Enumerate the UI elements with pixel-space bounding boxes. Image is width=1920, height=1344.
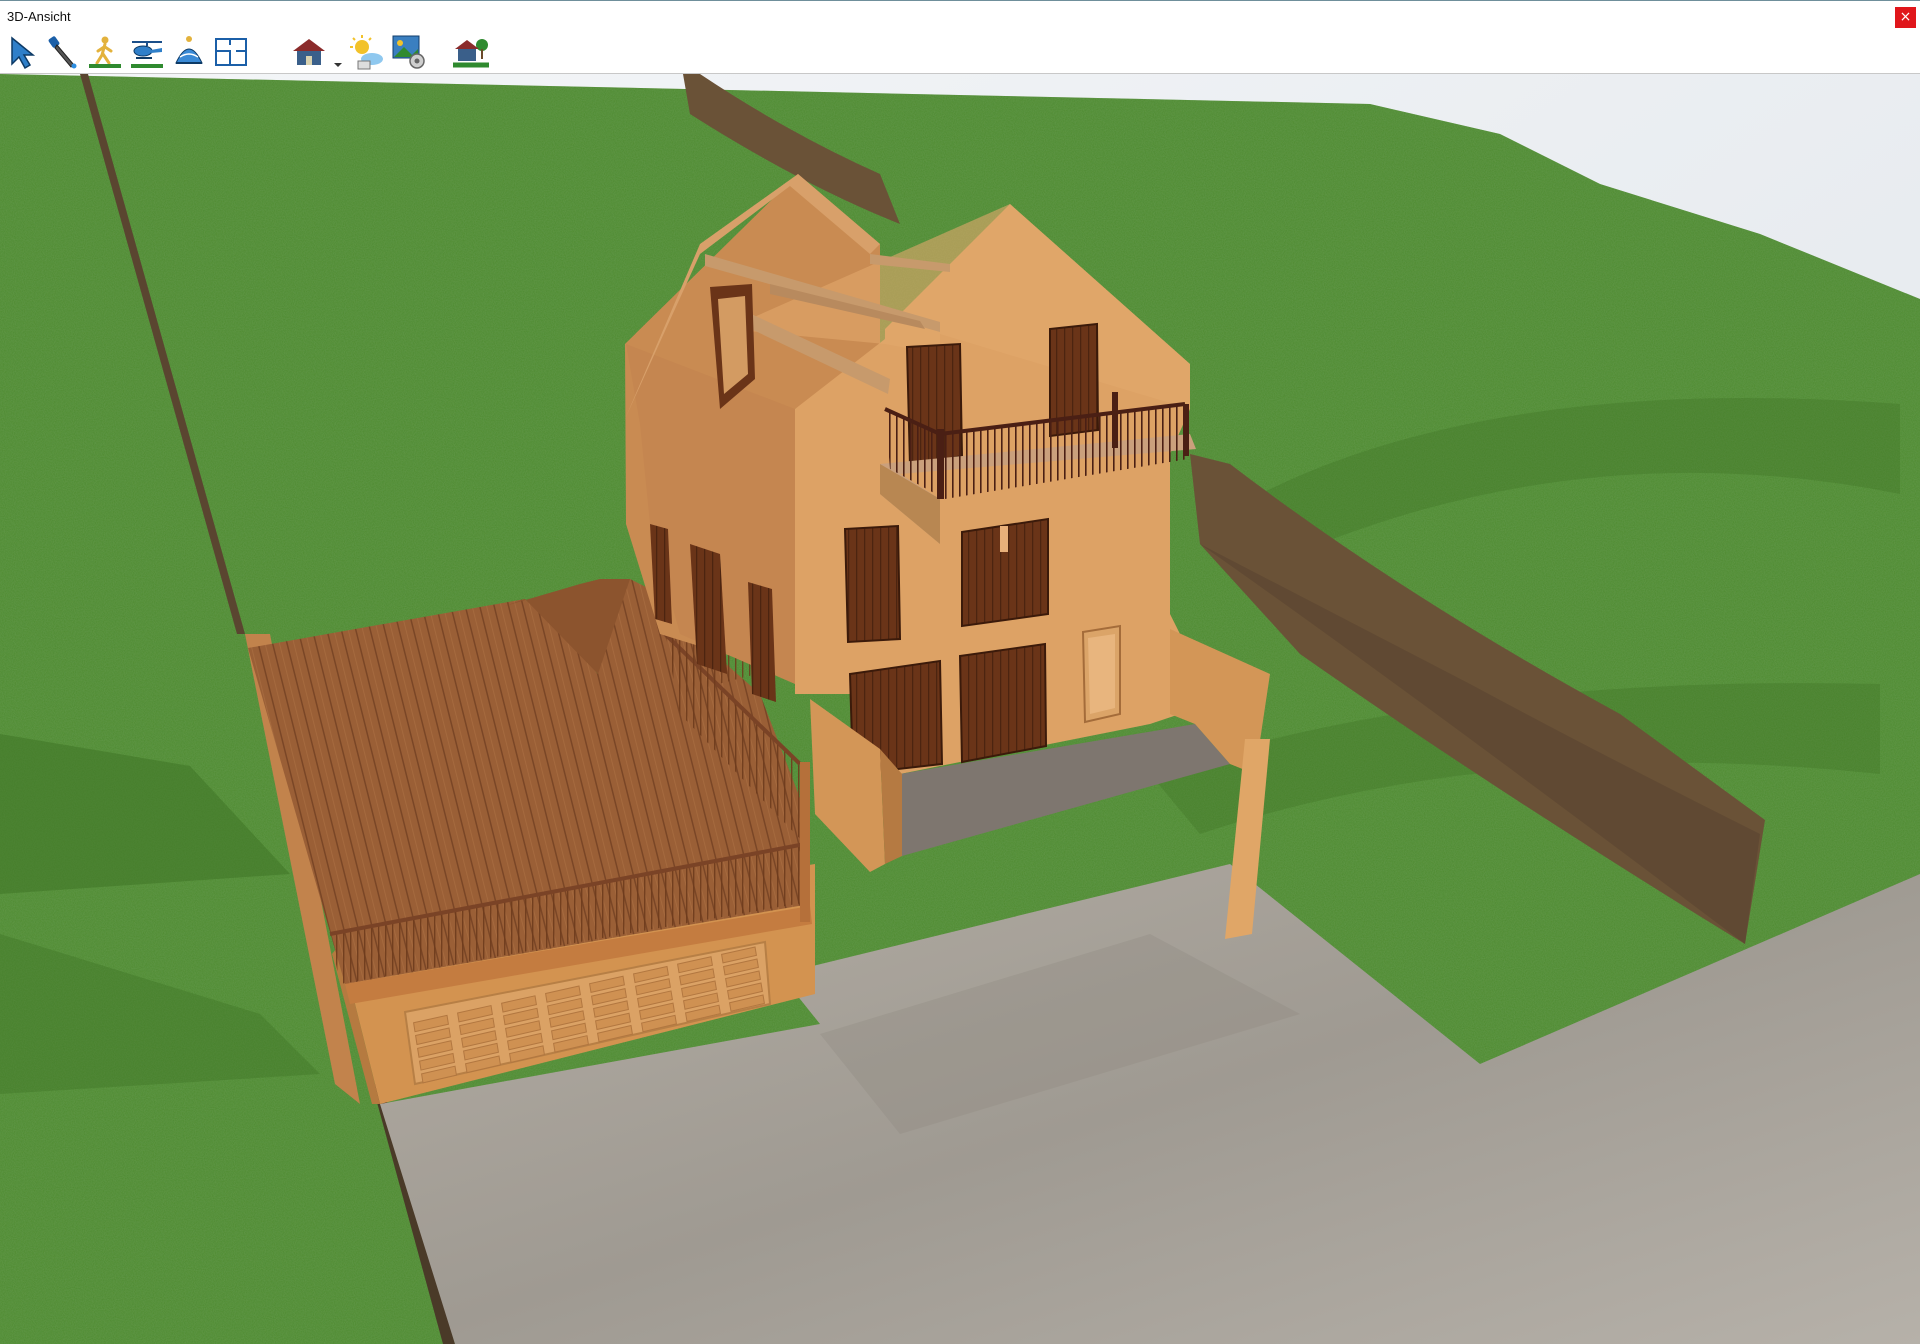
- house-view-dropdown-arrow-icon[interactable]: [334, 63, 342, 67]
- house-view-button[interactable]: [290, 33, 328, 71]
- orbit-view-icon: [175, 36, 203, 64]
- 3d-viewport[interactable]: [0, 74, 1920, 1344]
- walk-person-icon: [89, 36, 121, 68]
- fly-mode-button[interactable]: [128, 33, 166, 71]
- window-titlebar: 3D-Ansicht ×: [0, 0, 1920, 31]
- helicopter-icon: [131, 41, 163, 68]
- close-button[interactable]: ×: [1895, 7, 1916, 28]
- floor-plan-button[interactable]: [212, 33, 250, 71]
- house-view-icon: [293, 39, 325, 65]
- toolbar: [0, 31, 1920, 74]
- select-tool-button[interactable]: [4, 33, 42, 71]
- floor-plan-icon: [215, 38, 247, 66]
- sun-settings-button[interactable]: [348, 33, 386, 71]
- 3d-scene: [0, 74, 1920, 1344]
- eyedropper-tool-button[interactable]: [44, 33, 82, 71]
- eyedropper-icon: [48, 36, 77, 69]
- walk-mode-button[interactable]: [86, 33, 124, 71]
- sun-settings-icon: [350, 35, 383, 70]
- render-settings-button[interactable]: [390, 33, 428, 71]
- terrain-house-icon: [453, 39, 489, 68]
- render-settings-icon: [392, 35, 425, 69]
- window-title: 3D-Ansicht: [7, 9, 71, 24]
- orbit-mode-button[interactable]: [170, 33, 208, 71]
- select-arrow-icon: [11, 36, 36, 70]
- terrain-button[interactable]: [452, 33, 490, 71]
